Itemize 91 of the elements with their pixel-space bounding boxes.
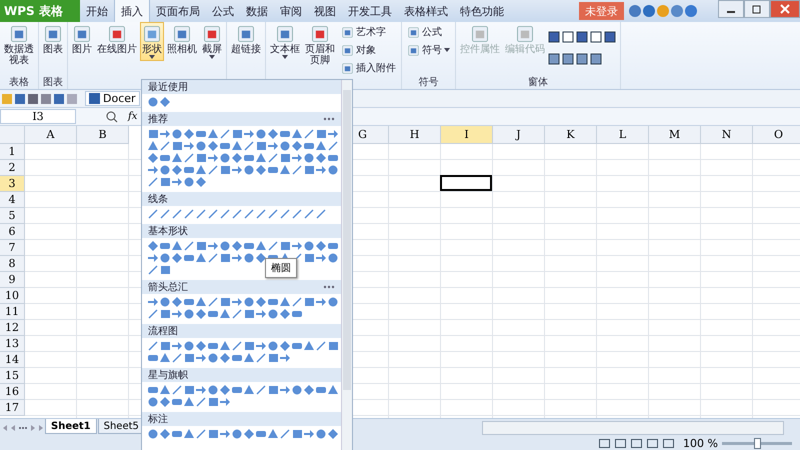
- menu-tab[interactable]: 公式: [206, 0, 240, 22]
- minimize-icon[interactable]: [718, 0, 744, 18]
- row-header[interactable]: 10: [0, 288, 25, 304]
- ribbon-button[interactable]: 形状: [140, 22, 164, 61]
- more-icon[interactable]: [323, 117, 335, 121]
- ribbon-button[interactable]: 图表: [41, 22, 65, 57]
- row-header[interactable]: 9: [0, 272, 25, 288]
- column-header[interactable]: O: [753, 126, 800, 144]
- ribbon-button[interactable]: 公式: [404, 24, 453, 40]
- row-header[interactable]: 4: [0, 192, 25, 208]
- ribbon-button[interactable]: 数据透 视表: [2, 22, 36, 68]
- ribbon-button[interactable]: 超链接: [229, 22, 263, 57]
- name-box[interactable]: I3: [0, 109, 76, 124]
- ribbon-button[interactable]: 符号: [404, 42, 453, 58]
- menu-tab[interactable]: 页面布局: [150, 0, 206, 22]
- section-title: 箭头总汇: [148, 280, 188, 294]
- document-tab[interactable]: Docer: [85, 91, 140, 106]
- function-button[interactable]: fx: [126, 111, 140, 122]
- menu-tab[interactable]: 开发工具: [342, 0, 398, 22]
- menu-tab[interactable]: 数据: [240, 0, 274, 22]
- group-label: 符号: [418, 76, 440, 89]
- section-title: 最近使用: [148, 80, 188, 94]
- more-icon[interactable]: [323, 285, 335, 289]
- section-title: 基本形状: [148, 224, 188, 238]
- row-header[interactable]: 3: [0, 176, 25, 192]
- restore-icon[interactable]: [744, 0, 770, 18]
- row-header[interactable]: 16: [0, 384, 25, 400]
- column-header[interactable]: B: [77, 126, 129, 144]
- scrollbar[interactable]: [341, 80, 352, 450]
- menu-tab[interactable]: 表格样式: [398, 0, 454, 22]
- column-header[interactable]: J: [493, 126, 545, 144]
- menu-tab[interactable]: 开始: [80, 0, 114, 22]
- app-menu-button[interactable]: WPS 表格: [0, 0, 80, 22]
- shape-gallery-drawing[interactable]: [148, 428, 341, 442]
- section-title: 流程图: [148, 324, 178, 338]
- caret-icon: [209, 55, 215, 59]
- caret-icon: [444, 48, 450, 52]
- row-header[interactable]: 7: [0, 240, 25, 256]
- selected-cell[interactable]: [440, 175, 492, 191]
- row-header[interactable]: 15: [0, 368, 25, 384]
- shape-gallery-drawing[interactable]: [148, 128, 341, 190]
- ribbon-button[interactable]: 照相机: [165, 22, 199, 57]
- toolbar-icons-drawing[interactable]: [628, 4, 698, 18]
- column-header[interactable]: I: [441, 126, 493, 144]
- sheet-tab[interactable]: Sheet1: [45, 419, 97, 434]
- row-header[interactable]: 14: [0, 352, 25, 368]
- tooltip: 椭圆: [265, 258, 297, 278]
- section-title: 推荐: [148, 112, 168, 126]
- column-header[interactable]: L: [597, 126, 649, 144]
- row-header[interactable]: 6: [0, 224, 25, 240]
- row-header[interactable]: 5: [0, 208, 25, 224]
- row-header[interactable]: 12: [0, 320, 25, 336]
- ribbon-button[interactable]: 在线图片: [95, 22, 139, 57]
- shape-gallery-drawing[interactable]: [148, 384, 341, 410]
- zoom-level: 100 %: [683, 436, 718, 450]
- row-header[interactable]: 8: [0, 256, 25, 272]
- ribbon-button[interactable]: 对象: [338, 42, 399, 58]
- section-title: 线条: [148, 192, 168, 206]
- sheet-navigation-icon[interactable]: [2, 422, 44, 432]
- menu-tab[interactable]: 特色功能: [454, 0, 510, 22]
- menu-tab[interactable]: 审阅: [274, 0, 308, 22]
- column-header[interactable]: K: [545, 126, 597, 144]
- column-header[interactable]: A: [25, 126, 77, 144]
- caret-icon: [282, 55, 288, 59]
- row-header[interactable]: 13: [0, 336, 25, 352]
- caret-icon: [149, 55, 155, 59]
- row-header[interactable]: 11: [0, 304, 25, 320]
- ribbon-button[interactable]: 页眉和 页脚: [303, 22, 337, 68]
- column-header[interactable]: N: [701, 126, 753, 144]
- ribbon-button[interactable]: 文本框: [268, 22, 302, 61]
- column-header[interactable]: H: [389, 126, 441, 144]
- group-label: 表格: [8, 76, 30, 89]
- column-header[interactable]: M: [649, 126, 701, 144]
- ribbon-button[interactable]: 艺术字: [338, 24, 399, 40]
- row-header[interactable]: 2: [0, 160, 25, 176]
- ribbon-button[interactable]: 图片: [70, 22, 94, 57]
- section-title: 星与旗帜: [148, 368, 188, 382]
- menu-tab[interactable]: 插入: [114, 0, 150, 22]
- close-icon[interactable]: [770, 0, 800, 18]
- group-label: 窗体: [527, 76, 549, 89]
- search-icon[interactable]: [106, 110, 118, 122]
- shape-gallery-drawing[interactable]: [148, 340, 341, 366]
- ribbon-button[interactable]: 插入附件: [338, 60, 399, 76]
- group-label: 图表: [42, 76, 64, 89]
- row-header[interactable]: 1: [0, 144, 25, 160]
- ribbon-button[interactable]: 截屏: [200, 22, 224, 61]
- section-title: 标注: [148, 412, 168, 426]
- menu-tab[interactable]: 视图: [308, 0, 342, 22]
- horizontal-scrollbar[interactable]: [482, 421, 784, 435]
- form-controls-drawing[interactable]: [548, 30, 618, 66]
- row-header[interactable]: 17: [0, 400, 25, 416]
